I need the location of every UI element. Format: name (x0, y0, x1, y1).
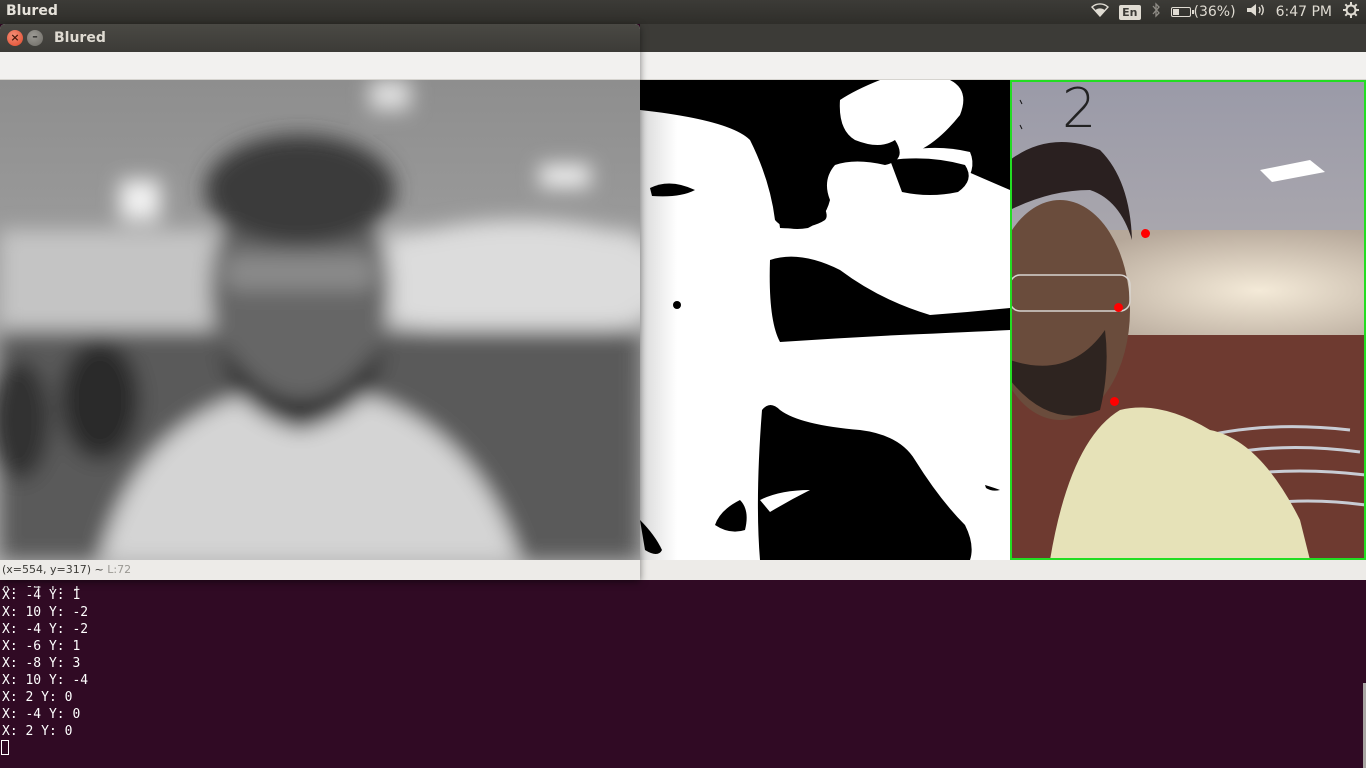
top-panel: Blured En (36%) 6:47 PM (0, 0, 1366, 24)
keyboard-layout-indicator[interactable]: En (1119, 4, 1141, 20)
blured-window: × – Blured (x=554, y=317) ~ L:72 (0, 24, 640, 580)
terminal-line: X: -4 Y: -2 (2, 622, 89, 637)
gear-icon[interactable] (1342, 1, 1360, 23)
blured-toolbar (0, 52, 640, 80)
active-app-title: Blured (6, 3, 58, 19)
tracking-point (1141, 229, 1150, 238)
tracking-counter: 2 (1062, 77, 1097, 140)
battery-fill (1172, 9, 1179, 15)
terminal-line: X: -4 Y: 0 (2, 707, 81, 722)
battery-percent: (36%) (1193, 4, 1236, 20)
tracking-toolbar (1010, 52, 1366, 80)
background-window-titlebars (640, 24, 1366, 52)
volume-icon[interactable] (1246, 3, 1266, 21)
tracking-point (1110, 397, 1119, 406)
minimize-icon[interactable]: – (27, 30, 43, 46)
battery-icon (1170, 7, 1194, 17)
terminal-line: X: 2 Y: 0 (2, 724, 73, 739)
terminal-line: X: 2 Y: 0 (2, 690, 73, 705)
terminal-cursor (1, 740, 9, 755)
system-tray: En (36%) 6:47 PM (1091, 0, 1360, 24)
blured-statusbar: (x=554, y=317) ~ L:72 (0, 560, 640, 580)
close-icon[interactable]: × (7, 30, 23, 46)
blured-titlebar[interactable]: × – Blured (0, 24, 640, 52)
terminal-line: X: 10 Y: -4 (2, 673, 89, 688)
tracking-window: 2 (1010, 52, 1366, 580)
blured-camera-image[interactable] (0, 80, 640, 560)
terminal-line: X: -4 Y: 1 (2, 588, 81, 603)
clock[interactable]: 6:47 PM (1276, 4, 1332, 20)
tracking-point (1114, 303, 1123, 312)
threshold-toolbar (640, 52, 1010, 80)
tracking-camera-image[interactable] (1010, 80, 1366, 560)
terminal-window[interactable]: X: -4 Y: 1 X: -4 Y: 1 X: 10 Y: -2 X: -4 … (0, 580, 1366, 768)
window-title: Blured (54, 30, 106, 46)
terminal-line: X: -6 Y: 1 (2, 639, 81, 654)
threshold-image[interactable] (640, 80, 1010, 560)
wifi-icon[interactable] (1091, 3, 1110, 21)
threshold-window (640, 52, 1010, 580)
terminal-line: X: 10 Y: -2 (2, 605, 89, 620)
battery-indicator[interactable]: (36%) (1170, 4, 1236, 20)
pixel-level: L:72 (107, 563, 132, 576)
cursor-coordinates: (x=554, y=317) ~ (2, 563, 104, 576)
terminal-line: X: -8 Y: 3 (2, 656, 81, 671)
bluetooth-icon[interactable] (1151, 2, 1161, 22)
